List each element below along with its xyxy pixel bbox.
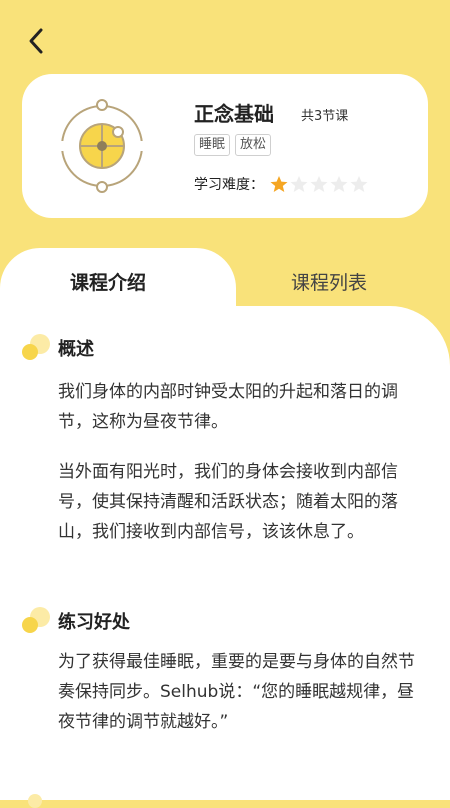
section-benefits-heading: 练习好处 xyxy=(22,607,130,635)
star-empty-icon xyxy=(310,176,328,192)
star-empty-icon xyxy=(330,176,348,192)
back-button[interactable] xyxy=(20,24,54,58)
overview-paragraph-2: 当外面有阳光时，我们的身体会接收到内部信号，使其保持清醒和活跃状态；随着太阳的落… xyxy=(58,462,398,542)
chevron-left-icon xyxy=(29,28,43,54)
tag-sleep: 睡眠 xyxy=(194,134,231,156)
mindfulness-orbit-icon xyxy=(58,99,146,193)
overview-paragraph-1: 我们身体的内部时钟受太阳的升起和落日的调节，这称为昼夜节律。 xyxy=(58,382,398,432)
section-title: 概述 xyxy=(58,339,94,360)
lesson-count: 共3节课 xyxy=(301,109,349,124)
course-card: 正念基础 共3节课 睡眠 放松 学习难度： xyxy=(22,74,428,218)
difficulty-rating: 学习难度： xyxy=(194,174,368,194)
difficulty-label: 学习难度： xyxy=(194,177,264,193)
benefits-paragraph-1: 为了获得最佳睡眠，重要的是要与身体的自然节奏保持同步。Selhub说：“您的睡眠… xyxy=(58,652,415,732)
bullet-icon xyxy=(22,607,50,635)
star-empty-icon xyxy=(350,176,368,192)
tab-course-intro[interactable]: 课程介绍 xyxy=(70,268,146,295)
tab-course-list[interactable]: 课程列表 xyxy=(291,268,367,295)
tag-list: 睡眠 放松 xyxy=(194,134,272,156)
course-title: 正念基础 xyxy=(194,102,274,126)
star-rating xyxy=(270,175,368,193)
star-filled-icon xyxy=(270,176,288,192)
bullet-icon xyxy=(28,794,42,808)
section-title: 练习好处 xyxy=(58,612,130,633)
bullet-icon xyxy=(22,334,50,362)
star-empty-icon xyxy=(290,176,308,192)
tag-relax: 放松 xyxy=(235,134,272,156)
section-overview-heading: 概述 xyxy=(22,334,94,362)
